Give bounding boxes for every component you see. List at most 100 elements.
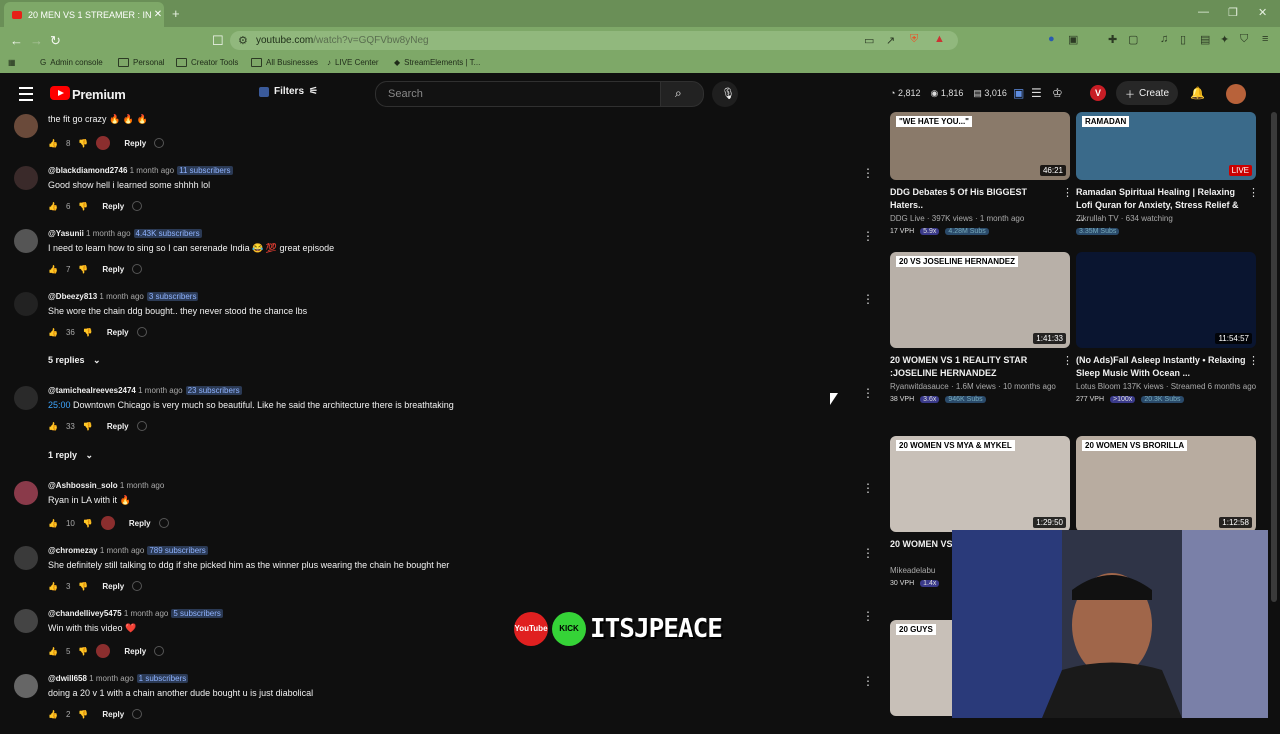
account-avatar[interactable] [1226, 84, 1246, 104]
sidebar-icon[interactable]: ▯ [1180, 33, 1186, 46]
notifications-bell-icon[interactable]: 🔔 [1190, 86, 1205, 100]
dislike-icon[interactable]: 👎 [78, 202, 88, 211]
share-icon[interactable]: ↗ [886, 34, 895, 47]
commenter-avatar[interactable] [14, 609, 38, 633]
hamburger-menu-icon[interactable] [19, 87, 33, 101]
site-info-icon[interactable]: ⚙ [238, 34, 248, 47]
bookmark-all-businesses[interactable]: All Businesses [251, 58, 318, 67]
reply-button[interactable]: Reply [129, 519, 151, 528]
comment-author[interactable]: @chromezay [48, 546, 98, 555]
video-more-icon[interactable]: ⋮ [1062, 186, 1073, 199]
back-icon[interactable]: ← [10, 33, 23, 48]
reply-button[interactable]: Reply [124, 647, 146, 656]
channel-name[interactable]: Zikrullah TV [1076, 214, 1119, 223]
commenter-avatar[interactable] [14, 166, 38, 190]
video-thumbnail[interactable]: 11:54:57 [1076, 252, 1256, 348]
comment-more-icon[interactable]: ⋮ [862, 166, 874, 180]
reaction-icon[interactable] [132, 709, 143, 719]
dislike-icon[interactable]: 👎 [78, 265, 88, 274]
forward-icon[interactable]: → [30, 33, 43, 48]
comment-more-icon[interactable]: ⋮ [862, 292, 874, 306]
comment-author[interactable]: @Yasunii [48, 229, 84, 238]
comment-more-icon[interactable]: ⋮ [862, 229, 874, 243]
comment-more-icon[interactable]: ⋮ [862, 674, 874, 688]
create-button[interactable]: ＋ Create [1116, 81, 1178, 105]
channel-badge[interactable]: V [1090, 85, 1106, 101]
page-scrollbar[interactable] [1271, 112, 1277, 602]
media-icon[interactable]: ♫ [1160, 33, 1168, 45]
reaction-icon[interactable] [132, 201, 143, 211]
comment-more-icon[interactable]: ⋮ [862, 546, 874, 560]
reaction-icon[interactable] [154, 646, 165, 656]
ai-icon[interactable]: ✦ [1220, 33, 1229, 46]
commenter-avatar[interactable] [14, 292, 38, 316]
comment-more-icon[interactable]: ⋮ [862, 609, 874, 623]
comment-author[interactable]: @dwill658 [48, 674, 87, 683]
dislike-icon[interactable]: 👎 [83, 328, 93, 337]
comment-author[interactable]: @Dbeezy813 [48, 292, 97, 301]
extension-blue-icon[interactable]: ● [1048, 33, 1055, 45]
trophy-icon[interactable]: ♔ [1052, 86, 1063, 100]
apps-icon[interactable]: ▦ [8, 58, 16, 67]
reply-button[interactable]: Reply [107, 328, 129, 337]
reaction-icon[interactable] [154, 138, 165, 148]
bookmark-admin-console[interactable]: G Admin console [40, 58, 103, 67]
video-more-icon[interactable]: ⋮ [1062, 354, 1073, 367]
video-thumbnail[interactable]: RAMADAN LIVE [1076, 112, 1256, 180]
reaction-icon[interactable] [158, 518, 169, 528]
reply-button[interactable]: Reply [124, 139, 146, 148]
brand-label[interactable]: Premium [72, 87, 126, 102]
bookmark-personal[interactable]: Personal [118, 58, 165, 67]
restore-icon[interactable]: ❐ [1228, 6, 1238, 19]
commenter-avatar[interactable] [14, 229, 38, 253]
comment-more-icon[interactable]: ⋮ [862, 481, 874, 495]
comment-author[interactable]: @Ashbossin_solo [48, 481, 118, 490]
dislike-icon[interactable]: 👎 [78, 139, 88, 148]
extension-tool-icon[interactable]: ▣ [1013, 86, 1024, 100]
list-icon[interactable]: ☰ [1031, 86, 1042, 100]
bookmark-creator-tools[interactable]: Creator Tools [176, 58, 238, 67]
like-icon[interactable]: 👍 [48, 519, 58, 528]
commenter-avatar[interactable] [14, 546, 38, 570]
like-icon[interactable]: 👍 [48, 328, 58, 337]
like-icon[interactable]: 👍 [48, 582, 58, 591]
dislike-icon[interactable]: 👎 [78, 710, 88, 719]
reaction-icon[interactable] [136, 327, 147, 337]
new-tab-icon[interactable]: + [172, 6, 180, 21]
voice-search-button[interactable]: 🎙 [712, 81, 738, 107]
menu-icon[interactable]: ≡ [1262, 33, 1268, 45]
dislike-icon[interactable]: 👎 [78, 647, 88, 656]
comment-author[interactable]: @chandellivey5475 [48, 609, 122, 618]
channel-name[interactable]: Lotus Bloom [1076, 382, 1120, 391]
video-title[interactable]: (No Ads)Fall Asleep Instantly • Relaxing… [1076, 354, 1246, 380]
like-icon[interactable]: 👍 [48, 265, 58, 274]
like-icon[interactable]: 👍 [48, 202, 58, 211]
extension-icon[interactable]: ▣ [1068, 33, 1078, 46]
comment-more-icon[interactable]: ⋮ [862, 386, 874, 400]
video-title[interactable]: DDG Debates 5 Of His BIGGEST Haters.. [890, 186, 1060, 212]
video-thumbnail[interactable]: 20 WOMEN VS MYA & MYKEL 1:29:50 [890, 436, 1070, 532]
like-icon[interactable]: 👍 [48, 710, 58, 719]
reply-button[interactable]: Reply [102, 582, 124, 591]
commenter-avatar[interactable] [14, 481, 38, 505]
comment-author[interactable]: @blackdiamond2746 [48, 166, 127, 175]
reaction-icon[interactable] [136, 421, 147, 431]
video-more-icon[interactable]: ⋮ [1248, 354, 1259, 367]
replies-toggle[interactable]: 5 replies ⌄ [48, 355, 101, 366]
cast-icon[interactable]: ▭ [864, 34, 874, 47]
reaction-icon[interactable] [132, 581, 143, 591]
video-thumbnail[interactable]: 20 VS JOSELINE HERNANDEZ 1:41:33 [890, 252, 1070, 348]
reply-button[interactable]: Reply [107, 422, 129, 431]
search-button[interactable]: ⌕ [660, 81, 704, 107]
bookmark-star-icon[interactable]: ☐ [212, 33, 224, 49]
commenter-avatar[interactable] [14, 114, 38, 138]
puzzle-icon[interactable]: ✚ [1108, 33, 1117, 46]
dislike-icon[interactable]: 👎 [78, 582, 88, 591]
video-thumbnail[interactable]: "WE HATE YOU..." 46:21 [890, 112, 1070, 180]
brave-rewards-icon[interactable]: ▲ [934, 33, 945, 45]
close-tab-icon[interactable]: ✕ [152, 9, 164, 20]
reply-button[interactable]: Reply [102, 202, 124, 211]
comment-author[interactable]: @tamichealreeves2474 [48, 386, 136, 395]
search-input[interactable]: Search [375, 81, 661, 107]
dislike-icon[interactable]: 👎 [83, 519, 93, 528]
